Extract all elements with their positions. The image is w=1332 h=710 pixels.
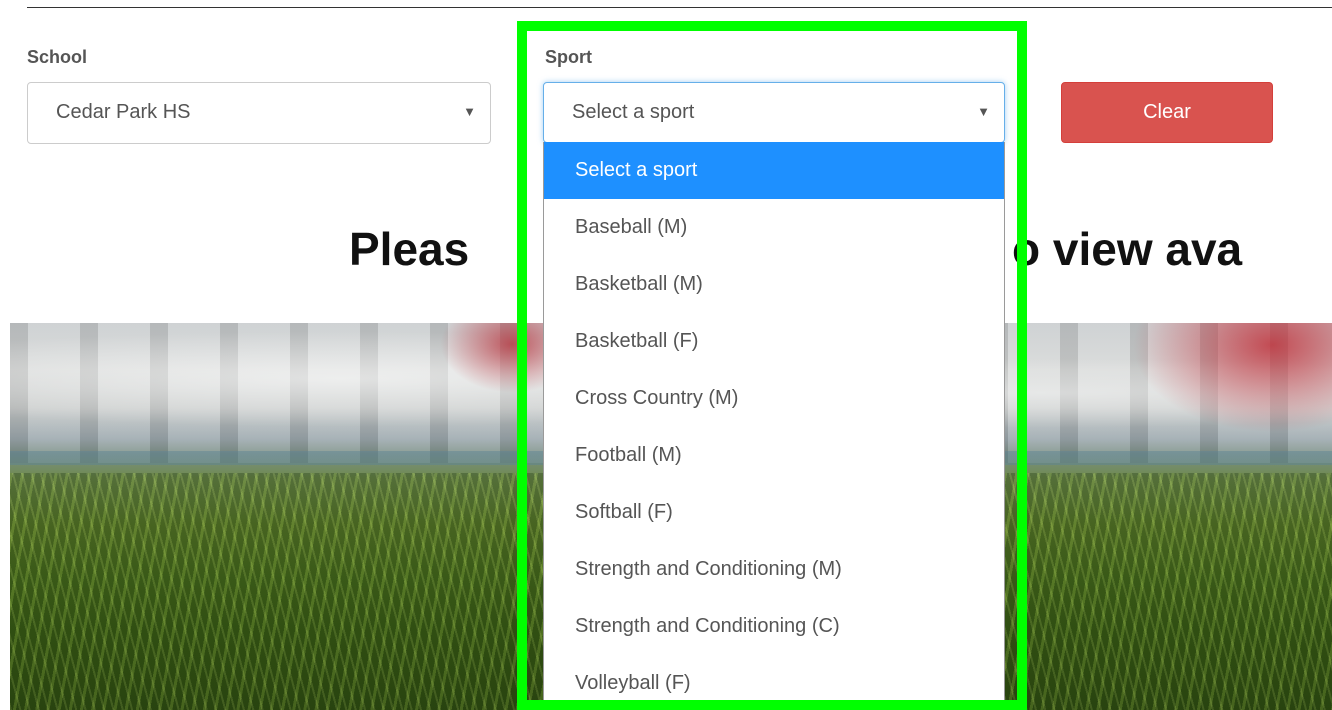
divider [27, 7, 1332, 8]
sport-option[interactable]: Volleyball (F) [544, 655, 1004, 709]
clear-button[interactable]: Clear [1061, 82, 1273, 143]
sport-option[interactable]: Football (M) [544, 427, 1004, 484]
sport-option[interactable]: Basketball (M) [544, 256, 1004, 313]
sport-option[interactable]: Basketball (F) [544, 313, 1004, 370]
stadium-seat-accent [440, 323, 560, 393]
sport-option[interactable]: Strength and Conditioning (M) [544, 541, 1004, 598]
chevron-down-icon: ▼ [977, 104, 990, 119]
sport-option[interactable]: Select a sport [544, 142, 1004, 199]
sport-select-value: Select a sport [572, 101, 695, 123]
school-label: School [27, 47, 88, 67]
sport-option[interactable]: Cross Country (M) [544, 370, 1004, 427]
page: School Cedar Park HS ▼ Sport Select a sp… [0, 0, 1332, 710]
page-heading-right: o view ava [1012, 223, 1243, 275]
sport-label: Sport [545, 47, 592, 67]
school-select-value: Cedar Park HS [56, 101, 191, 123]
sport-option[interactable]: Baseball (M) [544, 199, 1004, 256]
school-select[interactable]: Cedar Park HS ▼ [27, 82, 491, 144]
chevron-down-icon: ▼ [463, 104, 476, 119]
stadium-seat-accent [1132, 323, 1332, 433]
sport-option[interactable]: Strength and Conditioning (C) [544, 598, 1004, 655]
sport-option[interactable]: Softball (F) [544, 484, 1004, 541]
sport-dropdown-list[interactable]: Select a sport Baseball (M) Basketball (M)… [543, 142, 1005, 710]
page-heading-left: Pleas [349, 223, 470, 275]
sport-select[interactable]: Select a sport ▼ [543, 82, 1005, 143]
